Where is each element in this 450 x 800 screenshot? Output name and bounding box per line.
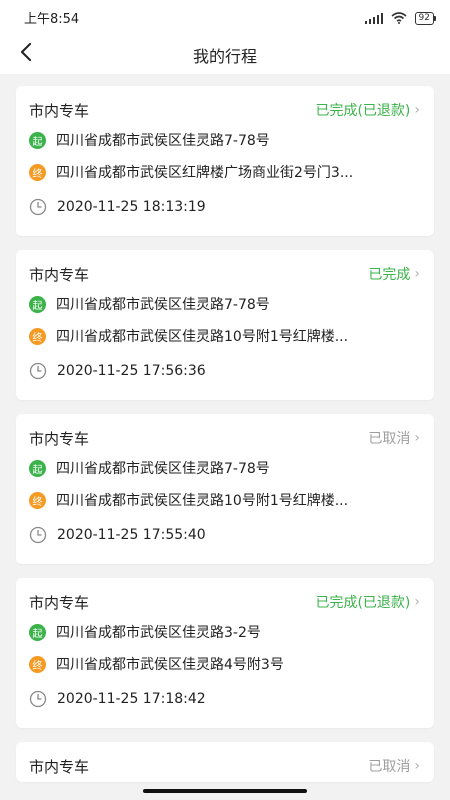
end-address: 四川省成都市武侯区佳灵路4号附3号: [56, 657, 284, 673]
end-row: 终 四川省成都市武侯区佳灵路4号附3号: [29, 654, 421, 674]
order-status-text: 已完成(已退款): [315, 103, 411, 119]
order-type: 市内专车: [29, 102, 90, 120]
end-row: 终 四川省成都市武侯区红牌楼广场商业街2号门3...: [29, 162, 421, 182]
chevron-right-icon: ›: [414, 430, 420, 446]
order-type: 市内专车: [29, 758, 90, 776]
signal-icon: [364, 9, 383, 28]
order-time: 2020-11-25 17:55:40: [57, 527, 206, 543]
end-tag: 终: [29, 163, 46, 181]
start-row: 起 四川省成都市武侯区佳灵路7-78号: [29, 458, 421, 478]
end-tag: 终: [29, 655, 46, 673]
chevron-right-icon: ›: [414, 758, 420, 774]
end-tag: 终: [29, 327, 46, 345]
header: 我的行程: [0, 34, 450, 74]
order-card[interactable]: 市内专车 已完成(已退款) › 起 四川省成都市武侯区佳灵路3-2号 终 四川省…: [16, 578, 434, 728]
chevron-right-icon: ›: [414, 266, 420, 282]
start-address: 四川省成都市武侯区佳灵路7-78号: [56, 133, 270, 149]
time-row: 2020-11-25 17:18:42: [29, 690, 421, 708]
start-tag: 起: [29, 459, 46, 477]
end-row: 终 四川省成都市武侯区佳灵路10号附1号红牌楼...: [29, 490, 421, 510]
chevron-right-icon: ›: [414, 102, 420, 118]
start-row: 起 四川省成都市武侯区佳灵路7-78号: [29, 130, 421, 150]
order-status[interactable]: 已取消 ›: [368, 756, 420, 776]
order-card[interactable]: 市内专车 已取消 › 起 四川省成都市武侯区佳灵路7-78号 终 四川省成都市武…: [16, 414, 434, 564]
status-bar: 上午8:54 92: [0, 0, 450, 34]
end-address: 四川省成都市武侯区佳灵路10号附1号红牌楼...: [56, 493, 349, 509]
wifi-icon: [391, 9, 407, 28]
clock-icon: [29, 362, 47, 380]
end-address: 四川省成都市武侯区红牌楼广场商业街2号门3...: [56, 165, 354, 181]
battery-indicator: 92: [414, 12, 437, 25]
order-time: 2020-11-25 17:18:42: [57, 691, 206, 707]
clock-icon: [29, 690, 47, 708]
start-tag: 起: [29, 295, 46, 313]
start-row: 起 四川省成都市武侯区佳灵路7-78号: [29, 294, 421, 314]
start-address: 四川省成都市武侯区佳灵路3-2号: [56, 625, 261, 641]
order-status[interactable]: 已取消 ›: [368, 428, 420, 448]
order-time: 2020-11-25 17:56:36: [57, 363, 206, 379]
order-status-text: 已取消: [368, 431, 411, 447]
order-type: 市内专车: [29, 266, 90, 284]
time-row: 2020-11-25 17:56:36: [29, 362, 421, 380]
time-row: 2020-11-25 17:55:40: [29, 526, 421, 544]
order-card[interactable]: 市内专车 已完成 › 起 四川省成都市武侯区佳灵路7-78号 终 四川省成都市武…: [16, 250, 434, 400]
end-row: 终 四川省成都市武侯区佳灵路10号附1号红牌楼...: [29, 326, 421, 346]
page-title: 我的行程: [192, 47, 257, 66]
chevron-right-icon: ›: [414, 594, 420, 610]
clock-icon: [29, 526, 47, 544]
order-status[interactable]: 已完成(已退款) ›: [315, 100, 420, 120]
start-tag: 起: [29, 131, 46, 149]
order-card[interactable]: 市内专车 已完成(已退款) › 起 四川省成都市武侯区佳灵路7-78号 终 四川…: [16, 86, 434, 236]
order-status[interactable]: 已完成(已退款) ›: [315, 592, 420, 612]
order-status-text: 已完成(已退款): [315, 595, 411, 611]
order-list: 市内专车 已完成(已退款) › 起 四川省成都市武侯区佳灵路7-78号 终 四川…: [16, 86, 434, 782]
time-row: 2020-11-25 18:13:19: [29, 198, 421, 216]
start-address: 四川省成都市武侯区佳灵路7-78号: [56, 461, 270, 477]
home-indicator[interactable]: [143, 789, 307, 793]
end-tag: 终: [29, 491, 46, 509]
order-status-text: 已取消: [368, 759, 411, 775]
status-time: 上午8:54: [24, 12, 80, 27]
start-address: 四川省成都市武侯区佳灵路7-78号: [56, 297, 270, 313]
order-type: 市内专车: [29, 594, 90, 612]
status-icons: 92: [364, 9, 437, 28]
order-type: 市内专车: [29, 430, 90, 448]
order-status[interactable]: 已完成 ›: [368, 264, 420, 284]
end-address: 四川省成都市武侯区佳灵路10号附1号红牌楼...: [56, 329, 349, 345]
start-tag: 起: [29, 623, 46, 641]
order-card[interactable]: 市内专车 已取消 ›: [16, 742, 434, 782]
order-status-text: 已完成: [368, 267, 411, 283]
start-row: 起 四川省成都市武侯区佳灵路3-2号: [29, 622, 421, 642]
clock-icon: [29, 198, 47, 216]
order-time: 2020-11-25 18:13:19: [57, 199, 206, 215]
